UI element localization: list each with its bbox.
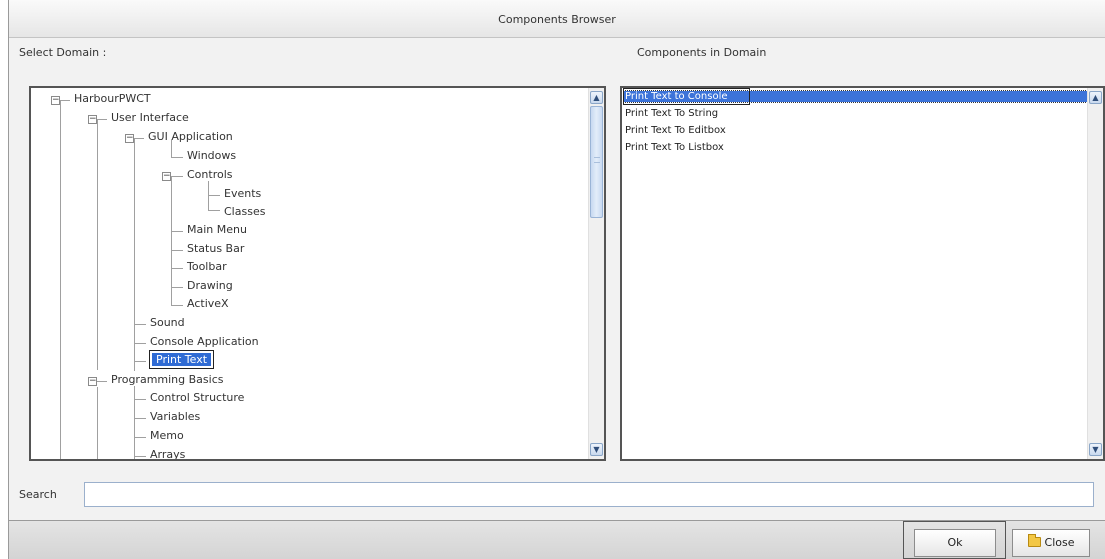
close-button-label: Close [1044, 536, 1075, 549]
component-item-print-text-to-console[interactable]: Print Text to Console [623, 88, 1090, 105]
tree-node-print-text[interactable]: Print Text [148, 350, 215, 369]
tree-branch-line [171, 287, 183, 288]
collapse-toggle-user-interface[interactable]: − [88, 115, 97, 124]
tree-node-activex[interactable]: ActiveX [187, 297, 229, 310]
tree-node-programming-basics[interactable]: Programming Basics [111, 373, 224, 386]
tree-node-harbourpwct[interactable]: HarbourPWCT [74, 92, 151, 105]
folder-icon [1027, 534, 1041, 547]
tree-guide-line [171, 210, 172, 305]
tree-guide-line [60, 101, 61, 459]
tree-branch-line [171, 305, 183, 306]
tree-node-memo[interactable]: Memo [150, 429, 184, 442]
collapse-toggle-gui-application[interactable]: − [125, 134, 134, 143]
tree-guide-line [97, 120, 98, 370]
tree-branch-line [208, 210, 220, 211]
tree-node-status-bar[interactable]: Status Bar [187, 242, 244, 255]
tree-branch-line [134, 138, 144, 139]
tree-node-arrays[interactable]: Arrays [150, 448, 185, 459]
tree-branch-line [171, 157, 183, 158]
scroll-up-arrow-icon[interactable]: ▲ [590, 91, 603, 104]
tree-node-gui-application[interactable]: GUI Application [148, 130, 233, 143]
search-label: Search [19, 488, 57, 501]
ok-button-label: Ok [947, 536, 963, 549]
search-input[interactable] [84, 482, 1094, 507]
domain-tree[interactable]: − HarbourPWCT − User Interface − GUI App… [29, 86, 606, 461]
collapse-toggle-harbourpwct[interactable]: − [51, 96, 60, 105]
tree-node-sound[interactable]: Sound [150, 316, 185, 329]
collapse-toggle-controls[interactable]: − [162, 172, 171, 181]
scroll-up-arrow-icon[interactable]: ▲ [1089, 91, 1102, 104]
components-vertical-scrollbar[interactable]: ▲ ▼ [1087, 88, 1103, 459]
tree-vertical-scrollbar[interactable]: ▲ ▼ [588, 88, 604, 459]
tree-branch-line [60, 100, 70, 101]
tree-node-windows[interactable]: Windows [187, 149, 236, 162]
tree-branch-line [134, 418, 146, 419]
tree-branch-line [208, 195, 220, 196]
tree-guide-line [97, 387, 98, 459]
components-browser-window: Components Browser Select Domain : Compo… [8, 0, 1105, 559]
tree-node-control-structure[interactable]: Control Structure [150, 391, 244, 404]
select-domain-label: Select Domain : [19, 46, 107, 59]
scroll-down-arrow-icon[interactable]: ▼ [590, 443, 603, 456]
tree-branch-line [171, 231, 183, 232]
tree-branch-line [134, 343, 146, 344]
tree-node-user-interface[interactable]: User Interface [111, 111, 189, 124]
focus-box [623, 88, 750, 105]
tree-node-events[interactable]: Events [224, 187, 261, 200]
scrollbar-thumb[interactable] [590, 106, 603, 218]
tree-node-main-menu[interactable]: Main Menu [187, 223, 247, 236]
tree-branch-line [134, 399, 146, 400]
tree-node-toolbar[interactable]: Toolbar [187, 260, 227, 273]
collapse-toggle-programming-basics[interactable]: − [88, 377, 97, 386]
tree-guide-line [171, 139, 172, 157]
components-in-domain-label: Components in Domain [637, 46, 767, 59]
tree-branch-line [134, 324, 146, 325]
tree-node-drawing[interactable]: Drawing [187, 279, 233, 292]
tree-branch-line [134, 361, 146, 362]
scroll-down-arrow-icon[interactable]: ▼ [1089, 443, 1102, 456]
tree-guide-line [134, 386, 135, 459]
component-item-print-text-to-listbox[interactable]: Print Text To Listbox [624, 142, 724, 153]
tree-branch-line [171, 268, 183, 269]
ok-button[interactable]: Ok [914, 529, 996, 557]
tree-node-variables[interactable]: Variables [150, 410, 200, 423]
close-button[interactable]: Close [1012, 529, 1090, 557]
tree-branch-line [171, 250, 183, 251]
tree-branch-line [97, 119, 107, 120]
window-title: Components Browser [9, 0, 1105, 38]
tree-branch-line [171, 176, 183, 177]
tree-node-classes[interactable]: Classes [224, 205, 265, 218]
tree-guide-line [134, 139, 135, 305]
component-item-print-text-to-editbox[interactable]: Print Text To Editbox [624, 125, 726, 136]
components-list[interactable]: Print Text to Console Print Text To Stri… [620, 86, 1105, 461]
tree-branch-line [134, 437, 146, 438]
component-item-print-text-to-string[interactable]: Print Text To String [624, 108, 718, 119]
tree-branch-line [134, 456, 146, 457]
tree-guide-line [171, 177, 172, 210]
tree-node-console-application[interactable]: Console Application [150, 335, 259, 348]
tree-branch-line [97, 381, 107, 382]
tree-node-controls[interactable]: Controls [187, 168, 233, 181]
grip-icon [594, 157, 600, 163]
